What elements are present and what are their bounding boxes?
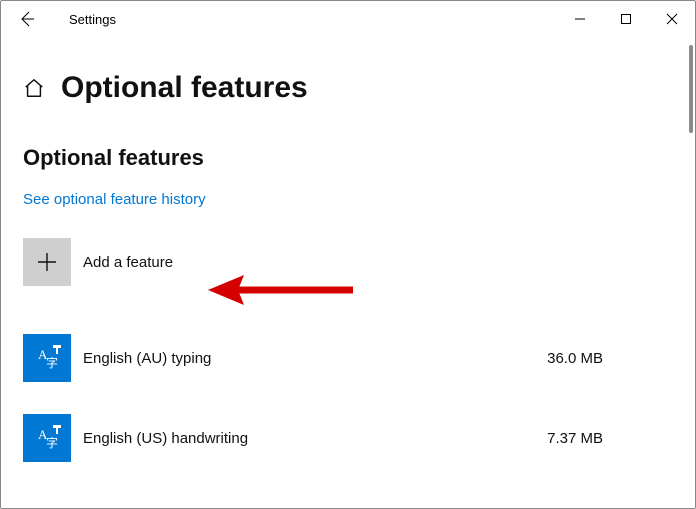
section-title: Optional features [23, 145, 673, 171]
minimize-button[interactable] [557, 3, 603, 35]
page-header: Optional features [23, 71, 673, 105]
close-button[interactable] [649, 3, 695, 35]
svg-text:字: 字 [46, 435, 58, 450]
feature-size: 36.0 MB [547, 350, 603, 367]
back-button[interactable] [9, 1, 45, 37]
minimize-icon [574, 13, 586, 25]
titlebar: Settings [1, 1, 695, 37]
feature-name: English (AU) typing [83, 350, 535, 367]
language-icon: A 字 [23, 414, 71, 462]
home-icon[interactable] [23, 77, 45, 99]
window-controls [557, 3, 695, 35]
close-icon [666, 13, 678, 25]
svg-text:字: 字 [46, 355, 58, 370]
feature-name: English (US) handwriting [83, 430, 535, 447]
back-arrow-icon [19, 11, 35, 27]
feature-row[interactable]: A 字 English (AU) typing 36.0 MB [23, 334, 673, 382]
plus-icon [36, 251, 58, 273]
maximize-button[interactable] [603, 3, 649, 35]
language-icon: A 字 [23, 334, 71, 382]
page-title: Optional features [61, 71, 308, 105]
maximize-icon [620, 13, 632, 25]
feature-row[interactable]: A 字 English (US) handwriting 7.37 MB [23, 414, 673, 462]
content-area: Optional features Optional features See … [1, 37, 695, 462]
history-link[interactable]: See optional feature history [23, 191, 206, 208]
feature-size: 7.37 MB [547, 430, 603, 447]
add-feature-row[interactable]: Add a feature [23, 238, 673, 286]
add-feature-label: Add a feature [83, 254, 173, 271]
scrollbar[interactable] [689, 45, 693, 133]
app-title: Settings [69, 12, 116, 27]
add-feature-button[interactable] [23, 238, 71, 286]
